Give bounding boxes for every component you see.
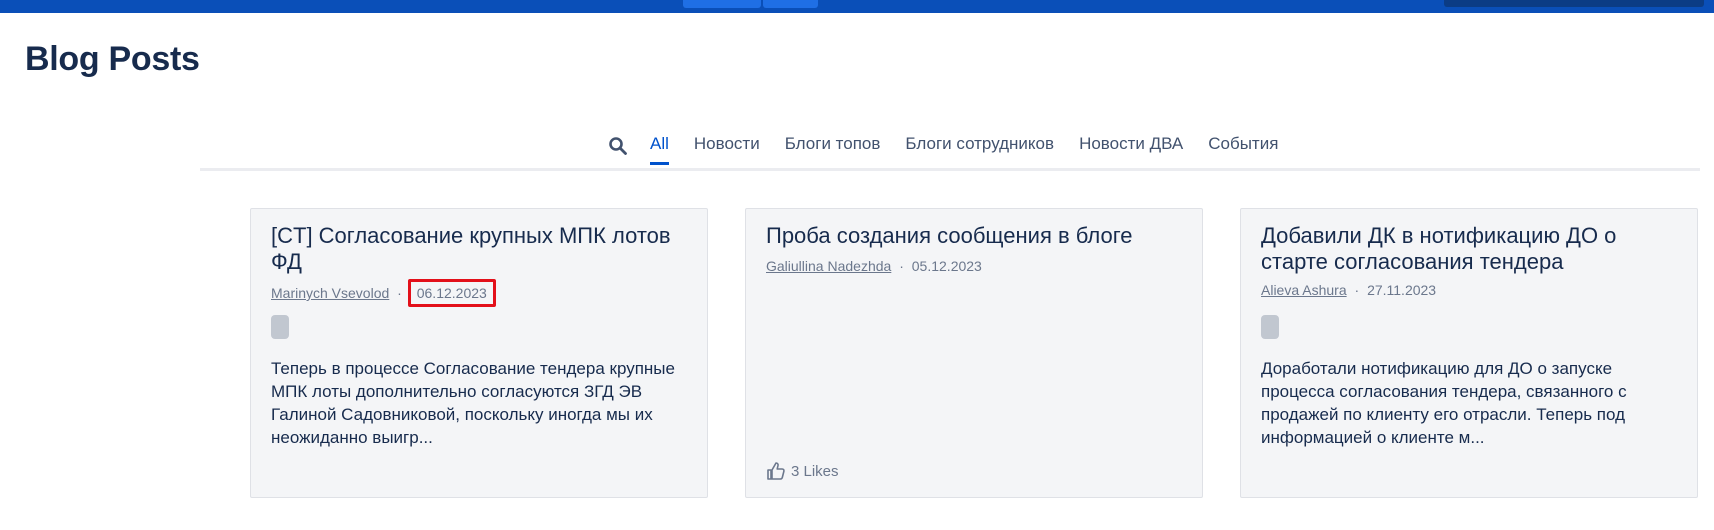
top-navigation-bar: [0, 0, 1714, 13]
blog-post-card[interactable]: [CT] Согласование крупных МПК лотов ФД M…: [250, 208, 708, 498]
label-tag[interactable]: [1261, 315, 1279, 339]
meta-separator: ·: [899, 258, 904, 274]
post-author-link[interactable]: Galiullina Nadezhda: [766, 258, 891, 274]
tab-dva-news[interactable]: Новости ДВА: [1079, 134, 1183, 165]
category-tabs: All Новости Блоги топов Блоги сотруднико…: [200, 128, 1700, 171]
post-title[interactable]: Добавили ДК в нотификацию ДО о старте со…: [1261, 223, 1679, 275]
post-title[interactable]: Проба создания сообщения в блоге: [766, 223, 1184, 249]
post-excerpt: Теперь в процессе Согласование тендера к…: [271, 359, 675, 447]
post-title[interactable]: [CT] Согласование крупных МПК лотов ФД: [271, 223, 689, 275]
tab-all[interactable]: All: [650, 134, 669, 165]
post-date: 27.11.2023: [1367, 282, 1437, 298]
meta-separator: ·: [1354, 282, 1360, 298]
likes-count: 3 Likes: [791, 462, 839, 480]
tab-events[interactable]: События: [1208, 134, 1278, 165]
blog-post-card[interactable]: Добавили ДК в нотификацию ДО о старте со…: [1240, 208, 1698, 498]
post-date-highlighted: 06.12.2023: [407, 279, 496, 307]
topbar-search-area[interactable]: [1444, 0, 1704, 7]
tab-employee-blogs[interactable]: Блоги сотрудников: [905, 134, 1054, 165]
post-meta: Marinych Vsevolod · 06.12.2023: [271, 279, 496, 307]
tab-news[interactable]: Новости: [694, 134, 760, 165]
blog-post-card[interactable]: Проба создания сообщения в блоге Galiull…: [745, 208, 1203, 498]
post-author-link[interactable]: Alieva Ashura: [1261, 282, 1347, 298]
search-icon[interactable]: [608, 136, 628, 156]
post-author-link[interactable]: Marinych Vsevolod: [271, 285, 389, 301]
post-excerpt: Доработали нотификацию для ДО о запуске …: [1261, 359, 1627, 447]
post-date: 05.12.2023: [911, 258, 982, 274]
post-meta: Galiullina Nadezhda · 05.12.2023: [766, 258, 982, 274]
label-tag[interactable]: [271, 315, 289, 339]
meta-separator: ·: [397, 285, 402, 301]
tab-top-blogs[interactable]: Блоги топов: [785, 134, 881, 165]
topbar-button[interactable]: [683, 0, 761, 8]
page-title: Blog Posts: [25, 40, 200, 78]
post-meta: Alieva Ashura · 27.11.2023: [1261, 282, 1436, 298]
topbar-button-dropdown[interactable]: [763, 0, 818, 8]
thumbs-up-icon: [767, 462, 785, 480]
likes-button[interactable]: 3 Likes: [766, 461, 839, 481]
